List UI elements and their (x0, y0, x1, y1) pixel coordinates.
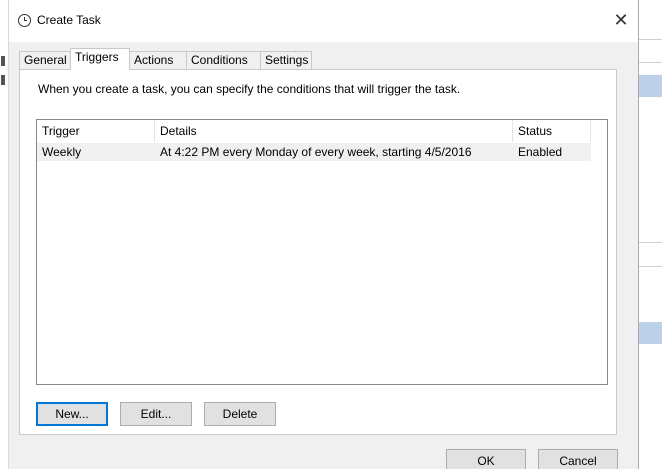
ok-button[interactable]: OK (446, 449, 526, 469)
new-trigger-button[interactable]: New... (36, 402, 108, 426)
triggers-intro-text: When you create a task, you can specify … (38, 82, 461, 96)
background-row-line (639, 62, 662, 63)
background-tick (1, 75, 5, 85)
tab-actions[interactable]: Actions (129, 51, 187, 69)
triggers-panel: When you create a task, you can specify … (19, 69, 617, 435)
tab-triggers[interactable]: Triggers (70, 48, 130, 70)
column-header-details[interactable]: Details (155, 120, 513, 142)
background-row-line (639, 242, 662, 243)
column-header-status[interactable]: Status (513, 120, 591, 142)
background-row-line (639, 266, 662, 267)
create-task-dialog: Create Task ✕ General Triggers Actions C… (9, 0, 639, 469)
table-row[interactable]: Weekly At 4:22 PM every Monday of every … (37, 143, 591, 161)
list-header: Trigger Details Status (37, 120, 607, 142)
background-tick (1, 56, 5, 66)
background-row-line (639, 39, 662, 40)
clock-icon (18, 14, 31, 27)
tab-conditions[interactable]: Conditions (186, 51, 261, 69)
background-selected-row (639, 75, 662, 97)
edit-trigger-button[interactable]: Edit... (120, 402, 192, 426)
tab-settings[interactable]: Settings (260, 51, 312, 69)
column-header-trigger[interactable]: Trigger (37, 120, 155, 142)
title-bar[interactable]: Create Task ✕ (9, 0, 638, 42)
row-details-cell: At 4:22 PM every Monday of every week, s… (160, 145, 472, 159)
delete-trigger-button[interactable]: Delete (204, 402, 276, 426)
dialog-title: Create Task (37, 13, 101, 27)
triggers-list[interactable]: Trigger Details Status Weekly At 4:22 PM… (36, 119, 608, 385)
background-window-edge (0, 0, 8, 469)
tab-general[interactable]: General (19, 51, 71, 69)
close-button[interactable]: ✕ (607, 8, 635, 32)
row-trigger-cell: Weekly (42, 145, 82, 159)
background-window-right (638, 0, 662, 469)
background-selected-row (639, 322, 662, 344)
cancel-button[interactable]: Cancel (538, 449, 618, 469)
row-status-cell: Enabled (518, 145, 563, 159)
